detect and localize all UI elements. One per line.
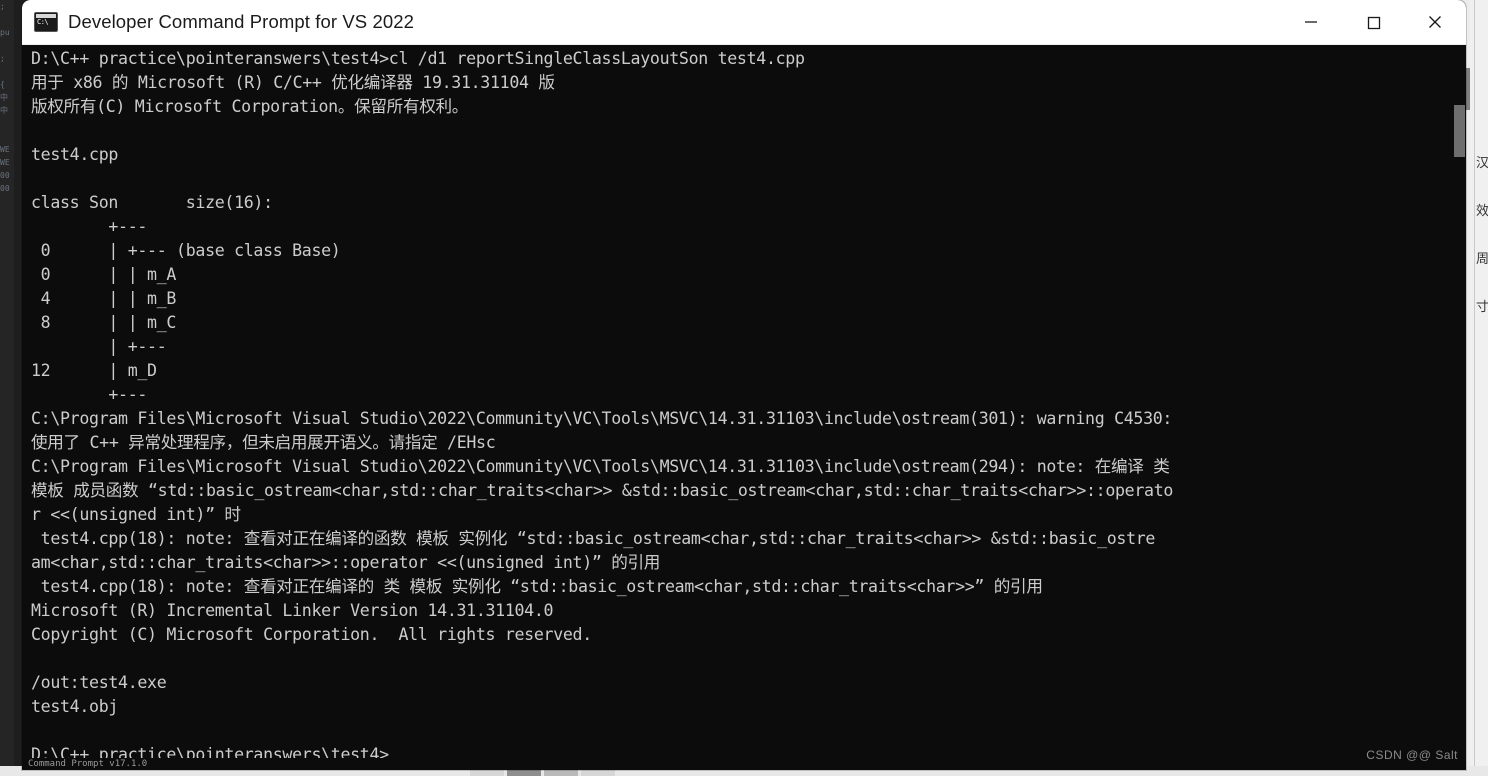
window-title-bar[interactable]: Developer Command Prompt for VS 2022 (22, 0, 1466, 45)
window-controls (1280, 0, 1466, 44)
maximize-icon (1367, 16, 1381, 30)
close-icon (1429, 16, 1441, 28)
console-scrollbar-thumb[interactable] (1454, 105, 1465, 157)
maximize-button[interactable] (1342, 0, 1404, 44)
console-text: D:\C++ practice\pointeranswers\test4>cl … (31, 49, 1174, 759)
window-title: Developer Command Prompt for VS 2022 (68, 11, 415, 32)
terminal-status-bar: Command Prompt v17.1.0 (22, 758, 1466, 770)
watermark: CSDN @@ Salt (1366, 748, 1458, 762)
console-output-area[interactable]: D:\C++ practice\pointeranswers\test4>cl … (22, 45, 1466, 759)
minimize-icon (1305, 21, 1317, 23)
screen: ; pu ; { 中 中 WE WE 00 00 汉 效 周 寸 Develop… (0, 0, 1488, 776)
status-bar-text: Command Prompt v17.1.0 (28, 759, 148, 769)
background-panel-text: 汉 效 周 寸 (1476, 156, 1488, 315)
close-button[interactable] (1404, 0, 1466, 44)
minimize-button[interactable] (1280, 0, 1342, 44)
command-prompt-icon (34, 12, 58, 32)
title-bar-left: Developer Command Prompt for VS 2022 (22, 11, 1280, 33)
terminal-window: Developer Command Prompt for VS 2022 (22, 0, 1466, 770)
console-scrollbar[interactable] (1452, 45, 1466, 759)
background-panel-divider (1474, 0, 1475, 776)
